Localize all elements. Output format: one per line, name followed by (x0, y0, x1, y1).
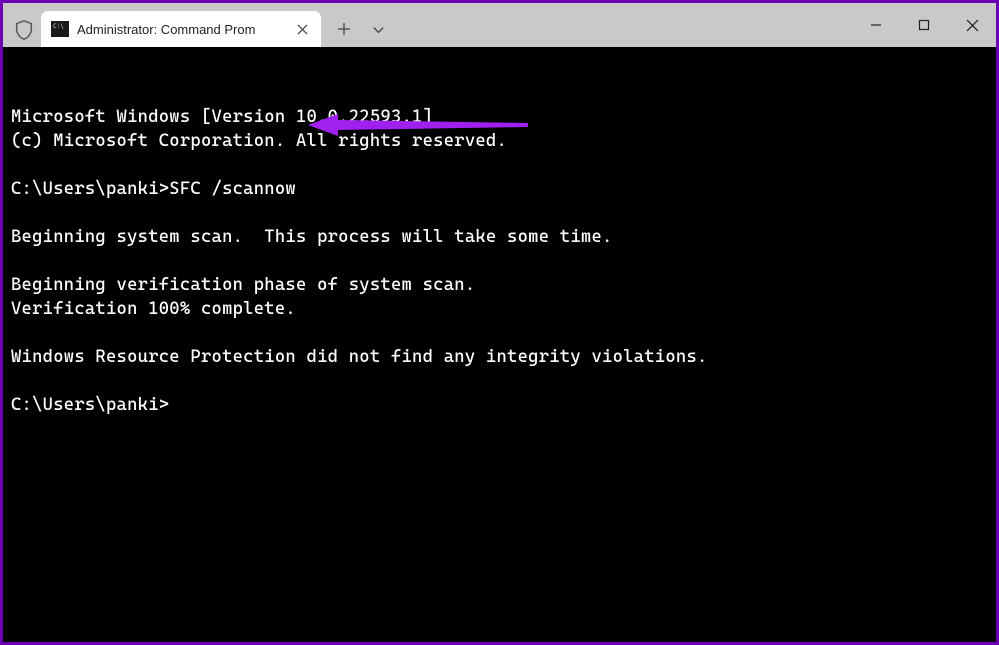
terminal-line: Beginning verification phase of system s… (11, 273, 988, 297)
tab-command-prompt[interactable]: Administrator: Command Prom (41, 11, 321, 47)
cmd-icon (51, 21, 69, 37)
terminal-line: Windows Resource Protection did not find… (11, 345, 988, 369)
terminal-content[interactable]: Microsoft Windows [Version 10.0.22593.1]… (3, 47, 996, 642)
titlebar-left: Administrator: Command Prom (3, 3, 393, 47)
tab-dropdown-button[interactable] (363, 11, 393, 47)
terminal-line (11, 321, 988, 345)
shield-icon (13, 19, 35, 41)
titlebar[interactable]: Administrator: Command Prom (3, 3, 996, 47)
terminal-line (11, 249, 988, 273)
window-controls (852, 3, 996, 47)
terminal-line: C:\Users\panki>SFC /scannow (11, 177, 988, 201)
terminal-line: Verification 100% complete. (11, 297, 988, 321)
terminal-line: Beginning system scan. This process will… (11, 225, 988, 249)
terminal-line: C:\Users\panki> (11, 393, 988, 417)
minimize-button[interactable] (852, 3, 900, 47)
new-tab-button[interactable] (329, 11, 359, 47)
terminal-line (11, 201, 988, 225)
terminal-line (11, 369, 988, 393)
terminal-line: Microsoft Windows [Version 10.0.22593.1] (11, 105, 988, 129)
terminal-line (11, 153, 988, 177)
terminal-line: (c) Microsoft Corporation. All rights re… (11, 129, 988, 153)
tab-title: Administrator: Command Prom (77, 22, 285, 37)
terminal-window: Administrator: Command Prom (3, 3, 996, 642)
tab-close-button[interactable] (293, 20, 311, 38)
maximize-button[interactable] (900, 3, 948, 47)
close-button[interactable] (948, 3, 996, 47)
